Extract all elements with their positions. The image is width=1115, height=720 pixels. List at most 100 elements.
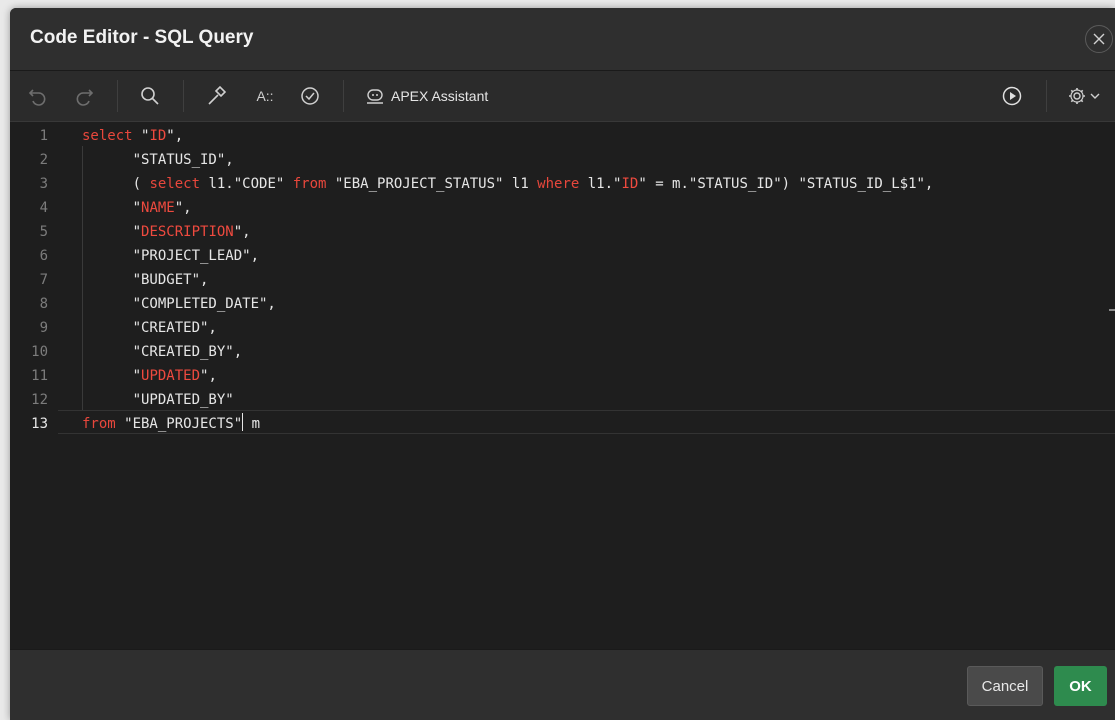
code-token: " = m."STATUS_ID") "STATUS_ID_L$1", (638, 176, 934, 192)
code-text: "COMPLETED_DATE", (82, 292, 276, 316)
code-line[interactable]: 1 select "ID", (10, 124, 1115, 148)
code-line[interactable]: 8 "COMPLETED_DATE", (10, 292, 1115, 316)
code-token: "BUDGET", (82, 272, 209, 288)
code-token: " (132, 128, 150, 144)
hammer-icon (208, 85, 227, 105)
code-token: "COMPLETED_DATE", (82, 296, 276, 312)
toolbar-separator (1046, 80, 1047, 112)
sql-keyword: select (149, 176, 201, 192)
line-number: 5 (39, 224, 48, 240)
check-circle-icon (301, 87, 319, 105)
toolbar-separator (343, 80, 344, 112)
code-token: "PROJECT_LEAD", (82, 248, 260, 264)
code-editor-dialog: Code Editor - SQL Query A:: APEX Assista… (10, 8, 1115, 720)
sql-keyword: select (82, 128, 133, 144)
code-line[interactable]: 5 "DESCRIPTION", (10, 220, 1115, 244)
undo-icon (28, 89, 46, 106)
dialog-title: Code Editor - SQL Query (30, 27, 254, 48)
line-number: 10 (31, 344, 48, 360)
dialog-titlebar: Code Editor - SQL Query (10, 8, 1115, 71)
font-size-button[interactable]: A:: (249, 71, 281, 121)
sql-keyword: from (292, 176, 327, 192)
code-line[interactable]: 13 from "EBA_PROJECTS" m (10, 412, 1115, 436)
undo-button[interactable] (24, 71, 52, 121)
redo-icon (76, 89, 94, 106)
code-token: ID (621, 176, 639, 192)
apex-assistant-button[interactable]: APEX Assistant (365, 71, 501, 121)
close-button[interactable] (1085, 25, 1113, 53)
editor-toolbar: A:: APEX Assistant (10, 71, 1115, 122)
code-token: ", (233, 224, 251, 240)
code-text: "NAME", (82, 196, 192, 220)
apex-assistant-label: APEX Assistant (391, 88, 489, 104)
sql-keyword: where (537, 176, 580, 192)
code-token: UPDATED (141, 368, 201, 384)
close-icon (1093, 33, 1105, 45)
redo-button[interactable] (70, 71, 98, 121)
assistant-icon (367, 89, 383, 104)
code-text: "BUDGET", (82, 268, 209, 292)
line-number: 2 (39, 152, 48, 168)
code-text: "STATUS_ID", (82, 148, 234, 172)
code-line[interactable]: 9 "CREATED", (10, 316, 1115, 340)
code-text: ( select l1."CODE" from "EBA_PROJECT_STA… (82, 172, 934, 196)
format-button[interactable] (203, 71, 231, 121)
dialog-footer: Cancel OK (10, 649, 1115, 720)
validate-button[interactable] (296, 71, 324, 121)
chevron-down-icon (1090, 93, 1100, 99)
code-line[interactable]: 12 "UPDATED_BY" (10, 388, 1115, 412)
code-text: select "ID", (82, 124, 183, 148)
code-text: "UPDATED_BY" (82, 388, 234, 412)
code-token: ", (174, 200, 192, 216)
line-number: 12 (31, 392, 48, 408)
line-number: 4 (39, 200, 48, 216)
code-line[interactable]: 4 "NAME", (10, 196, 1115, 220)
toolbar-separator (117, 80, 118, 112)
sql-keyword: from (82, 416, 116, 432)
run-button[interactable] (998, 71, 1026, 121)
settings-menu-button[interactable] (1062, 71, 1106, 121)
code-token: m (243, 416, 261, 432)
code-token: "CREATED_BY", (82, 344, 243, 360)
line-number: 11 (31, 368, 48, 384)
search-icon (141, 87, 159, 105)
code-token: l1."CODE" (200, 176, 293, 192)
line-number: 13 (31, 416, 48, 432)
line-number: 1 (39, 128, 48, 144)
code-line[interactable]: 10 "CREATED_BY", (10, 340, 1115, 364)
code-token: "EBA_PROJECTS" (115, 416, 243, 432)
code-token: ( (82, 176, 150, 192)
line-number: 8 (39, 296, 48, 312)
code-text: "CREATED", (82, 316, 217, 340)
code-token: DESCRIPTION (141, 224, 234, 240)
line-number: 7 (39, 272, 48, 288)
code-line[interactable]: 3 ( select l1."CODE" from "EBA_PROJECT_S… (10, 172, 1115, 196)
gear-icon (1069, 88, 1085, 104)
toolbar-separator (183, 80, 184, 112)
code-token: ", (200, 368, 217, 384)
line-number: 9 (39, 320, 48, 336)
code-token: ", (166, 128, 184, 144)
cancel-button[interactable]: Cancel (967, 666, 1043, 706)
code-editor-area[interactable]: 1 select "ID", 2 "STATUS_ID", 3 ( select l1… (10, 122, 1115, 649)
code-line[interactable]: 6 "PROJECT_LEAD", (10, 244, 1115, 268)
code-text: "CREATED_BY", (82, 340, 243, 364)
code-line[interactable]: 7 "BUDGET", (10, 268, 1115, 292)
code-token: "STATUS_ID", (82, 152, 234, 168)
code-line[interactable]: 11 "UPDATED", (10, 364, 1115, 388)
code-token: "EBA_PROJECT_STATUS" l1 (326, 176, 538, 192)
code-token: " (82, 200, 142, 216)
code-text: from "EBA_PROJECTS" m (82, 412, 260, 436)
ok-button[interactable]: OK (1054, 666, 1107, 706)
search-button[interactable] (136, 71, 164, 121)
line-number: 3 (39, 176, 48, 192)
code-token: l1." (579, 176, 622, 192)
code-text: "UPDATED", (82, 364, 217, 388)
code-token: ID (149, 128, 167, 144)
code-line[interactable]: 2 "STATUS_ID", (10, 148, 1115, 172)
code-token: NAME (141, 200, 175, 216)
code-token: "CREATED", (82, 320, 217, 336)
scrollbar-marker[interactable] (1109, 309, 1115, 311)
line-number: 6 (39, 248, 48, 264)
code-text: "DESCRIPTION", (82, 220, 251, 244)
